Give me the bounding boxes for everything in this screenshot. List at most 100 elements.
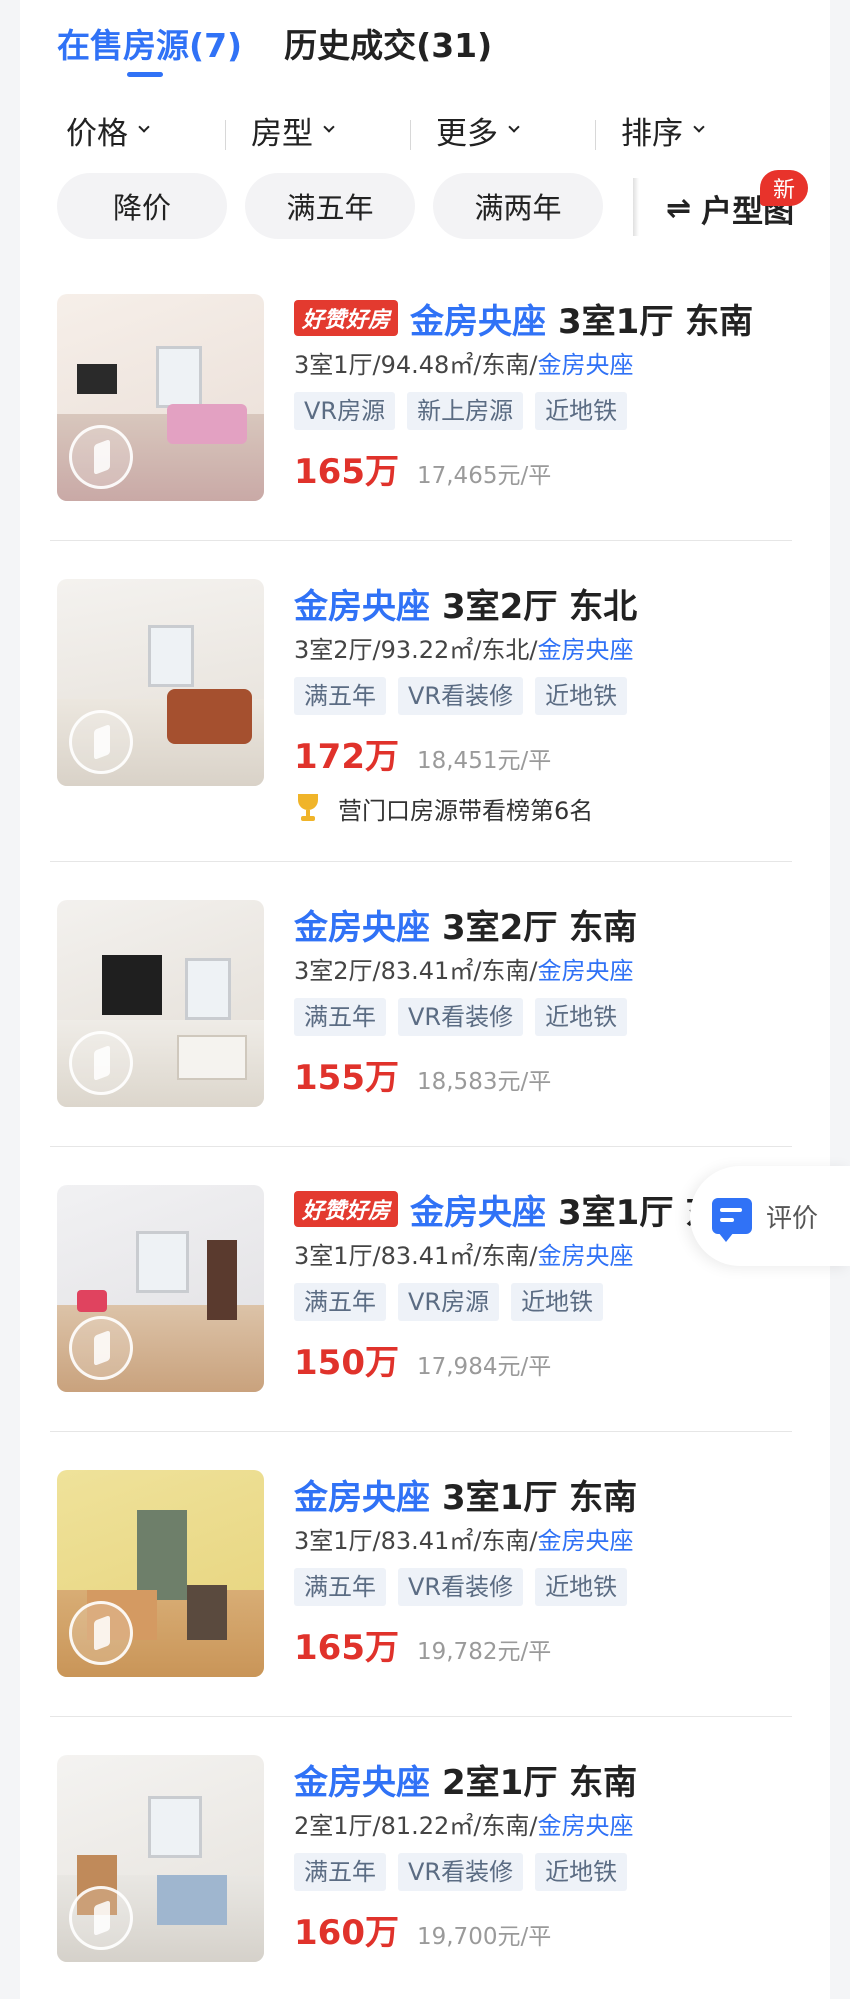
filter-bar: 价格 房型 更多 排序 <box>40 100 780 160</box>
quick-filter-chips: 降价 满五年 满两年 <box>57 173 621 239</box>
chevron-down-icon <box>138 121 150 133</box>
filter-sort-label: 排序 <box>621 115 683 152</box>
listing-tags: VR房源 新上房源 近地铁 <box>294 392 794 430</box>
tab-for-sale[interactable]: 在售房源(7) <box>57 22 242 77</box>
listing-info: 金房央座 3室1厅 东南 3室1厅/83.41㎡/东南/金房央座 满五年 VR看… <box>294 1470 794 1668</box>
listing-specs: 3室2厅/93.22㎡/东北/ <box>294 636 538 664</box>
community-link[interactable]: 金房央座 <box>538 1527 634 1555</box>
community-link[interactable]: 金房央座 <box>538 957 634 985</box>
listing-info: 金房央座 2室1厅 东南 2室1厅/81.22㎡/东南/金房央座 满五年 VR看… <box>294 1755 794 1953</box>
listing-card[interactable]: 好赞好房 金房央座 3室1厅 东南 3室1厅/83.41㎡/东南/金房央座 满五… <box>57 1185 787 1392</box>
listing-specs: 3室1厅/83.41㎡/东南/ <box>294 1527 538 1555</box>
listing-specs: 3室1厅/94.48㎡/东南/ <box>294 351 538 379</box>
filter-layout[interactable]: 房型 <box>225 108 410 153</box>
listing-tags: 满五年 VR看装修 近地铁 <box>294 998 794 1036</box>
filter-sort[interactable]: 排序 <box>595 108 780 153</box>
listing-tag: VR看装修 <box>398 998 524 1036</box>
community-link[interactable]: 金房央座 <box>538 351 634 379</box>
listing-tag: 满五年 <box>294 1853 386 1891</box>
listing-title: 金房央座 3室2厅 东北 <box>294 579 794 627</box>
listing-title: 好赞好房 金房央座 3室1厅 东南 <box>294 294 794 342</box>
comment-icon <box>712 1198 752 1242</box>
listing-title: 金房央座 2室1厅 东南 <box>294 1755 794 1803</box>
community-link[interactable]: 金房央座 <box>538 1812 634 1840</box>
price-row: 150万 17,984元/平 <box>294 1335 794 1383</box>
listing-specs: 2室1厅/81.22㎡/东南/ <box>294 1812 538 1840</box>
recommended-badge: 好赞好房 <box>294 300 399 336</box>
listing-tag: 近地铁 <box>535 392 628 430</box>
listing-community: 金房央座 <box>410 301 547 342</box>
listing-specs: 3室1厅/83.41㎡/东南/ <box>294 1242 538 1270</box>
unit-price: 19,700元/平 <box>416 1924 552 1950</box>
listing-detail: 2室1厅/81.22㎡/东南/金房央座 <box>294 1809 794 1843</box>
community-link[interactable]: 金房央座 <box>538 1242 634 1270</box>
new-badge: 新 <box>760 170 808 206</box>
vr-tour-icon <box>69 710 133 774</box>
listing-layout: 3室2厅 东南 <box>442 907 638 948</box>
listing-card[interactable]: 好赞好房 金房央座 3室1厅 东南 3室1厅/94.48㎡/东南/金房央座 VR… <box>57 294 787 501</box>
listing-divider <box>50 861 792 862</box>
listing-card[interactable]: 金房央座 3室2厅 东北 3室2厅/93.22㎡/东北/金房央座 满五年 VR看… <box>57 579 787 825</box>
recommended-badge: 好赞好房 <box>294 1191 399 1227</box>
total-price: 160万 <box>294 1913 399 1953</box>
listing-tag: 满五年 <box>294 677 386 715</box>
listing-title: 好赞好房 金房央座 3室1厅 东南 <box>294 1185 714 1233</box>
listing-photo <box>57 1470 264 1677</box>
community-link[interactable]: 金房央座 <box>538 636 634 664</box>
total-price: 150万 <box>294 1343 399 1383</box>
listing-info: 金房央座 3室2厅 东北 3室2厅/93.22㎡/东北/金房央座 满五年 VR看… <box>294 579 794 825</box>
listing-title: 金房央座 3室2厅 东南 <box>294 900 794 948</box>
listing-community: 金房央座 <box>294 1762 430 1803</box>
chip-five-years[interactable]: 满五年 <box>245 173 415 239</box>
listing-card[interactable]: 金房央座 3室2厅 东南 3室2厅/83.41㎡/东南/金房央座 满五年 VR看… <box>57 900 787 1107</box>
listing-tags: 满五年 VR看装修 近地铁 <box>294 677 794 715</box>
listing-title: 金房央座 3室1厅 东南 <box>294 1470 794 1518</box>
price-row: 155万 18,583元/平 <box>294 1050 794 1098</box>
chip-two-years[interactable]: 满两年 <box>433 173 603 239</box>
tab-history-deals[interactable]: 历史成交(31) <box>284 22 492 70</box>
listing-specs: 3室2厅/83.41㎡/东南/ <box>294 957 538 985</box>
listing-photo <box>57 1185 264 1392</box>
review-button[interactable]: 评价 <box>690 1166 850 1266</box>
listing-card[interactable]: 金房央座 3室1厅 东南 3室1厅/83.41㎡/东南/金房央座 满五年 VR看… <box>57 1470 787 1677</box>
vr-tour-icon <box>69 1886 133 1950</box>
vr-tour-icon <box>69 1316 133 1380</box>
trophy-icon <box>294 794 322 822</box>
listing-tag: 满五年 <box>294 1283 386 1321</box>
listing-tag: 近地铁 <box>535 1853 628 1891</box>
listing-community: 金房央座 <box>410 1192 547 1233</box>
listing-layout: 3室1厅 东南 <box>442 1477 638 1518</box>
vr-tour-icon <box>69 1031 133 1095</box>
listing-detail: 3室2厅/83.41㎡/东南/金房央座 <box>294 954 794 988</box>
listing-info: 金房央座 3室2厅 东南 3室2厅/83.41㎡/东南/金房央座 满五年 VR看… <box>294 900 794 1098</box>
listing-tags: 满五年 VR看装修 近地铁 <box>294 1853 794 1891</box>
price-row: 165万 17,465元/平 <box>294 444 794 492</box>
listing-card[interactable]: 金房央座 2室1厅 东南 2室1厅/81.22㎡/东南/金房央座 满五年 VR看… <box>57 1755 787 1962</box>
listing-tags: 满五年 VR看装修 近地铁 <box>294 1568 794 1606</box>
chips-scroll-shadow <box>633 178 639 236</box>
filter-price[interactable]: 价格 <box>40 108 225 153</box>
listing-layout: 3室2厅 东北 <box>442 586 638 627</box>
listing-tag: VR房源 <box>294 392 396 430</box>
vr-tour-icon <box>69 1601 133 1665</box>
total-price: 165万 <box>294 1628 399 1668</box>
unit-price: 17,984元/平 <box>416 1354 552 1380</box>
filter-more[interactable]: 更多 <box>410 108 595 153</box>
unit-price: 18,583元/平 <box>416 1069 552 1095</box>
chevron-down-icon <box>693 121 705 133</box>
listing-tag: 新上房源 <box>407 392 524 430</box>
chip-price-drop[interactable]: 降价 <box>57 173 227 239</box>
listing-photo <box>57 294 264 501</box>
listing-photo <box>57 900 264 1107</box>
listing-tag: 近地铁 <box>535 677 628 715</box>
vr-tour-icon <box>69 425 133 489</box>
total-price: 165万 <box>294 452 399 492</box>
listing-layout: 2室1厅 东南 <box>442 1762 638 1803</box>
total-price: 172万 <box>294 737 399 777</box>
listing-community: 金房央座 <box>294 907 430 948</box>
listing-divider <box>50 1716 792 1717</box>
listing-photo <box>57 1755 264 1962</box>
total-price: 155万 <box>294 1058 399 1098</box>
listing-info: 好赞好房 金房央座 3室1厅 东南 3室1厅/94.48㎡/东南/金房央座 VR… <box>294 294 794 492</box>
listing-detail: 3室2厅/93.22㎡/东北/金房央座 <box>294 633 794 667</box>
